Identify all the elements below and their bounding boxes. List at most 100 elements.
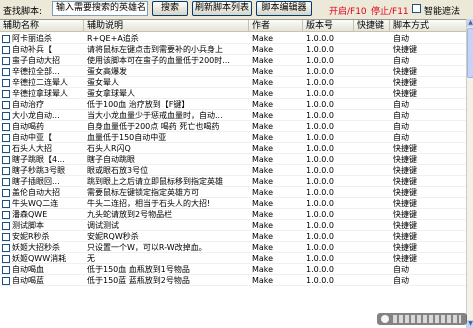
table-row[interactable]: 自动喝血 低于150血 血瓶放到1号物品 Make 1.0.0.0 自动 [0,264,466,275]
script-description-cell: 低于100血 治疗放到【F键】 [87,100,190,109]
row-checkbox[interactable] [2,112,10,120]
row-checkbox[interactable] [2,200,10,208]
table-row[interactable]: 石头人大招 石头人R闪Q Make 1.0.0.0 快捷键 [0,143,466,154]
script-name-cell: 辛德拉全部... [12,67,60,76]
table-row[interactable]: 自动喝蓝 低于150蓝 蓝瓶放到2号物品 Make 1.0.0.0 自动 [0,275,466,286]
table-row[interactable]: 辛德拉全部... 蛋女高爆发 Make 1.0.0.0 快捷键 [0,66,466,77]
table-row[interactable]: 阿卡丽追杀 R+QE+A追杀 Make 1.0.0.0 自动 [0,33,466,44]
script-name-cell: 辛德拉拿球晕人 [12,89,68,98]
column-header-mode[interactable]: 脚本方式 [390,20,466,32]
table-row[interactable]: 妖姬QWW消耗 无 Make 1.0.0.0 快捷键 [0,253,466,264]
row-checkbox[interactable] [2,123,10,131]
table-header: 辅助名称 辅助说明 作者 版本号 快捷键 脚本方式 [0,20,466,32]
row-checkbox[interactable] [2,178,10,186]
table-row[interactable]: 牛头WQ二连 牛头二连招，相当于石头人的大招! Make 1.0.0.0 快捷键 [0,198,466,209]
column-header-author[interactable]: 作者 [249,20,303,32]
refresh-script-list-button[interactable]: 刷新脚本列表 [192,1,252,16]
table-row[interactable]: 蛮子自动大招 使用该脚本可在蛮子的血量低于200时... Make 1.0.0.0 自动 [0,55,466,66]
author-cell: Make [252,155,274,164]
table-row[interactable]: 妖姬大招秒杀 只设置一个W，可以R-W改掉血。 Make 1.0.0.0 快捷键 [0,242,466,253]
mode-cell: 自动 [393,133,409,142]
row-checkbox[interactable] [2,35,10,43]
table-row[interactable]: 自动补兵【 请将鼠标左键点击到需要补的小兵身上 Make 1.0.0.0 快捷键 [0,44,466,55]
row-checkbox[interactable] [2,156,10,164]
mode-cell: 自动 [393,111,409,120]
version-cell: 1.0.0.0 [306,166,334,175]
scroll-up-arrow-icon[interactable]: ▲ [467,19,473,27]
row-checkbox[interactable] [2,46,10,54]
author-cell: Make [252,276,274,285]
script-description-cell: 低于150血 血瓶放到1号物品 [87,265,190,274]
table-row[interactable]: 自动中亚【 血量低于150自动中亚 Make 1.0.0.0 自动 [0,132,466,143]
author-cell: Make [252,45,274,54]
column-header-description[interactable]: 辅助说明 [84,20,249,32]
search-button[interactable]: 搜索 [152,1,188,16]
row-checkbox[interactable] [2,167,10,175]
script-name-cell: 阿卡丽追杀 [12,34,52,43]
table-row[interactable]: 盖伦自动大招 需要鼠标左键锁定指定英雄方可 Make 1.0.0.0 快捷键 [0,187,466,198]
start-button[interactable]: 开启/F10 [329,4,367,17]
script-description-cell: 蛋女拿球晕人 [87,89,135,98]
script-name-cell: 妖姬大招秒杀 [12,243,60,252]
row-checkbox[interactable] [2,244,10,252]
column-header-name[interactable]: 辅助名称 [0,20,84,32]
smart-mask-checkbox[interactable] [412,4,421,13]
row-checkbox[interactable] [2,277,10,285]
row-checkbox[interactable] [2,211,10,219]
row-checkbox[interactable] [2,79,10,87]
table-row[interactable]: 瞎子插眼回... 跳到眼上之后请立即鼠标移到指定英雄 Make 1.0.0.0 快捷键 [0,176,466,187]
script-description-cell: 瞎子自动跳眼 [87,155,135,164]
table-row[interactable]: 自动治疗 低于100血 治疗放到【F键】 Make 1.0.0.0 自动 [0,99,466,110]
author-cell: Make [252,199,274,208]
column-header-version[interactable]: 版本号 [303,20,354,32]
author-cell: Make [252,122,274,131]
version-cell: 1.0.0.0 [306,177,334,186]
vertical-scrollbar[interactable]: ▲ ▼ [466,19,473,328]
hotkey-cell [357,66,391,77]
column-header-hotkey[interactable]: 快捷键 [354,20,390,32]
table-row[interactable]: 辛德拉拿球晕人 蛋女拿球晕人 Make 1.0.0.0 快捷键 [0,88,466,99]
mode-cell: 自动 [393,122,409,131]
version-cell: 1.0.0.0 [306,243,334,252]
row-checkbox[interactable] [2,233,10,241]
script-name-cell: 自动补兵【 [12,45,52,54]
row-checkbox[interactable] [2,255,10,263]
search-input[interactable]: 输入需要搜索的英雄名 [52,1,148,16]
row-checkbox[interactable] [2,222,10,230]
script-name-cell: 辛德拉二连晕人 [12,78,68,87]
toolbar: 查找脚本: 输入需要搜索的英雄名 搜索 刷新脚本列表 脚本编辑器 开启/F10 … [0,0,473,18]
table-row[interactable]: 自动喝药 自身血量低于200点 喝药 死亡也喝药 Make 1.0.0.0 自动 [0,121,466,132]
script-name-cell: 潘森QWE [12,210,48,219]
hotkey-cell [357,253,391,264]
script-editor-button[interactable]: 脚本编辑器 [256,1,312,16]
table-row[interactable]: 瞎子秒跳3号眼 眼或眼石放3号位 Make 1.0.0.0 快捷键 [0,165,466,176]
script-name-cell: 自动喝血 [12,265,44,274]
version-cell: 1.0.0.0 [306,188,334,197]
row-checkbox[interactable] [2,145,10,153]
table-row[interactable]: 辛德拉二连晕人 蛋女晕人 Make 1.0.0.0 快捷键 [0,77,466,88]
author-cell: Make [252,56,274,65]
row-checkbox[interactable] [2,189,10,197]
stop-button[interactable]: 停止/F11 [371,4,409,17]
scrollbar-thumb[interactable] [467,28,473,78]
row-checkbox[interactable] [2,68,10,76]
table-row[interactable]: 安妮R秒杀 安妮RQW秒杀 Make 1.0.0.0 快捷键 [0,231,466,242]
watermark [377,313,467,325]
hotkey-cell [357,132,391,143]
table-row[interactable]: 测试脚本 调试测试 Make 1.0.0.0 快捷键 [0,220,466,231]
version-cell: 1.0.0.0 [306,232,334,241]
row-checkbox[interactable] [2,90,10,98]
row-checkbox[interactable] [2,134,10,142]
table-row[interactable]: 瞎子跳眼【4... 瞎子自动跳眼 Make 1.0.0.0 快捷键 [0,154,466,165]
script-name-cell: 自动喝药 [12,122,44,131]
script-description-cell: 自身血量低于200点 喝药 死亡也喝药 [87,122,220,131]
row-checkbox[interactable] [2,57,10,65]
author-cell: Make [252,177,274,186]
script-description-cell: 安妮RQW秒杀 [87,232,139,241]
row-checkbox[interactable] [2,101,10,109]
script-name-cell: 妖姬QWW消耗 [12,254,67,263]
table-row[interactable]: 潘森QWE 九头蛇请放到2号物品栏 Make 1.0.0.0 快捷键 [0,209,466,220]
scroll-down-arrow-icon[interactable]: ▼ [467,320,473,328]
table-row[interactable]: 大小龙自动... 当大小龙血量少于惩戒血量时，自动... Make 1.0.0.0 自动 [0,110,466,121]
row-checkbox[interactable] [2,266,10,274]
